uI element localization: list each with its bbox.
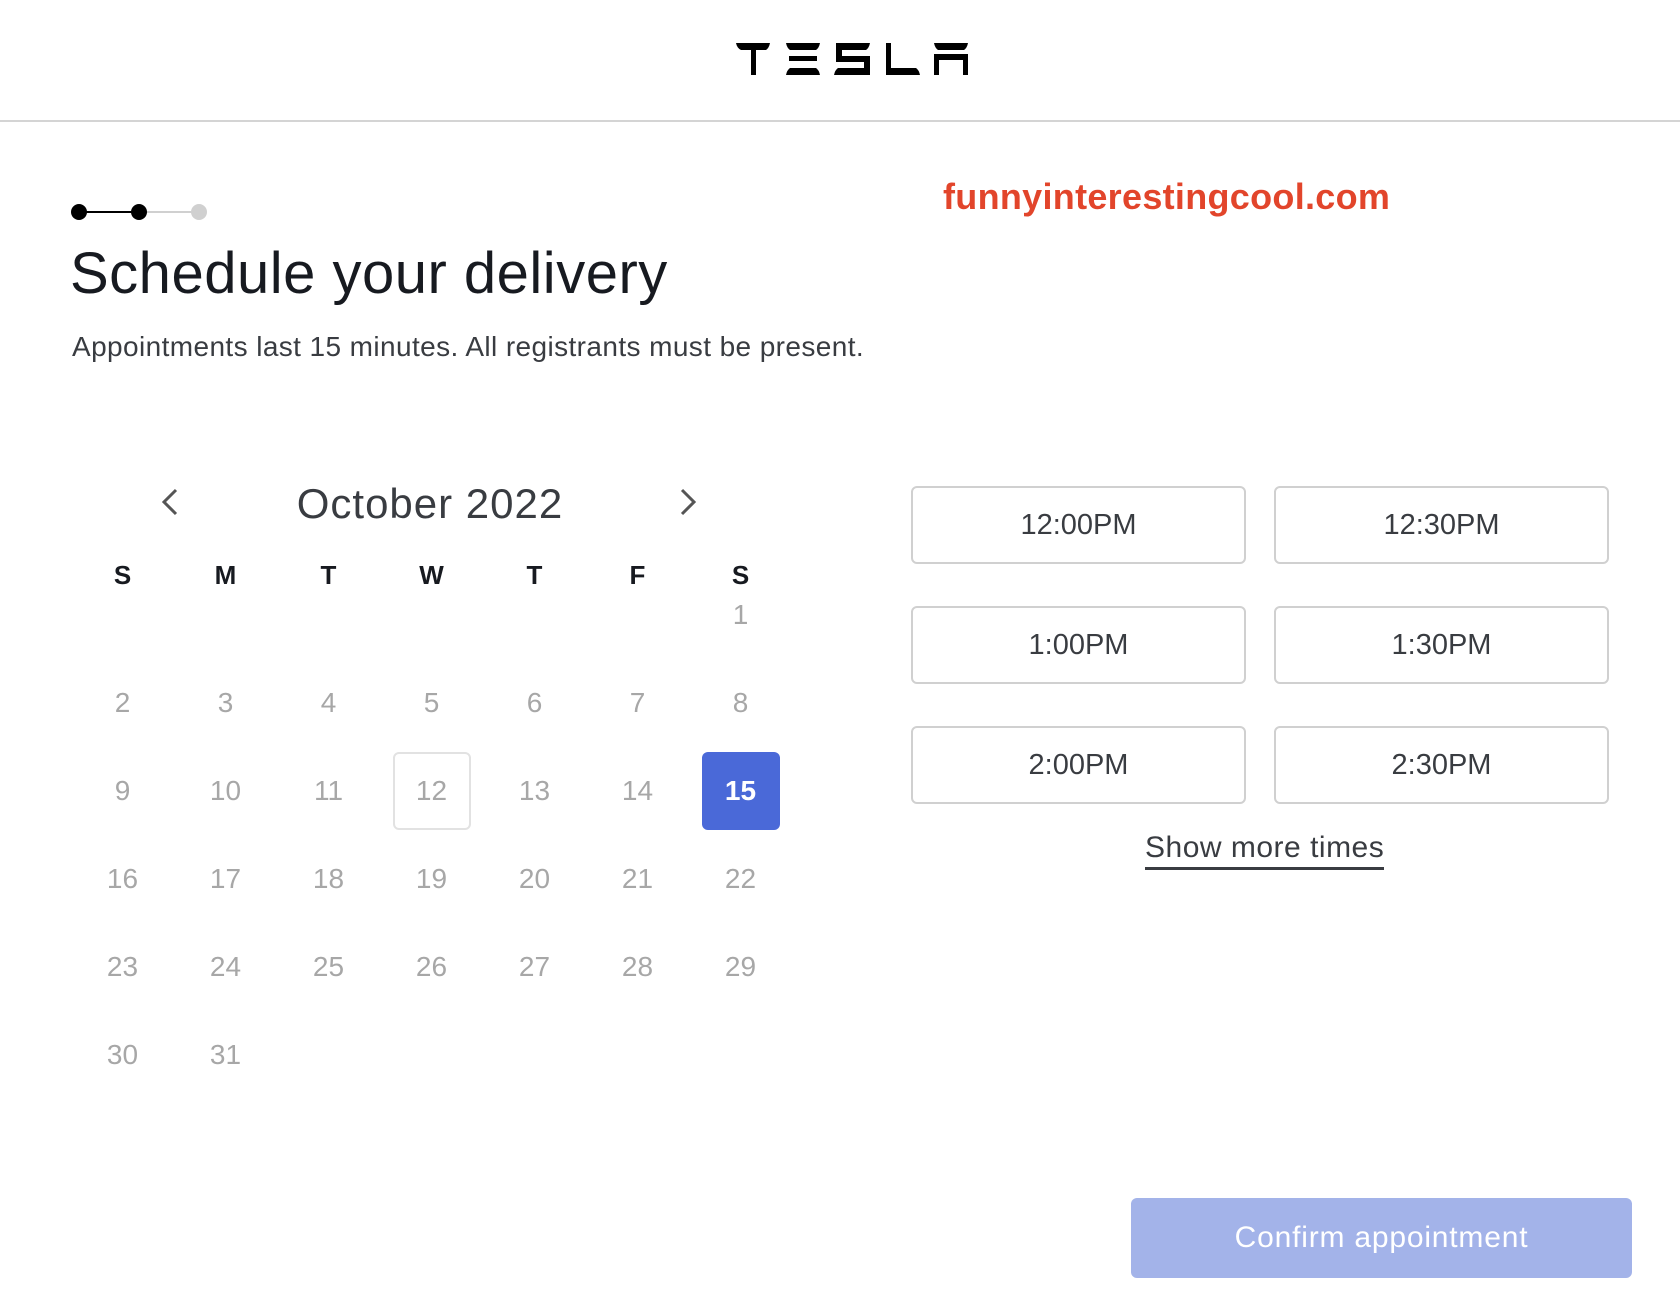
calendar-day[interactable]: 9: [84, 752, 162, 830]
calendar-day[interactable]: 30: [84, 1016, 162, 1094]
page-subtitle: Appointments last 15 minutes. All regist…: [72, 331, 865, 362]
calendar-day[interactable]: 14: [599, 752, 677, 830]
month-title: October 2022: [296, 480, 564, 527]
time-slot-button[interactable]: 12:30PM: [1274, 486, 1609, 564]
calendar-day[interactable]: 28: [599, 928, 677, 1006]
confirm-appointment-button[interactable]: Confirm appointment: [1131, 1198, 1632, 1278]
weekday-label: T: [526, 560, 543, 590]
stepper-dot-step-1: [71, 204, 87, 220]
calendar-day[interactable]: 19: [393, 840, 471, 918]
calendar-day[interactable]: 7: [599, 664, 677, 742]
calendar-day[interactable]: 22: [702, 840, 780, 918]
tesla-wordmark-icon[interactable]: [736, 43, 968, 75]
stepper-dot-step-3: [191, 204, 207, 220]
calendar-day[interactable]: 10: [187, 752, 265, 830]
calendar-day[interactable]: 25: [290, 928, 368, 1006]
show-more-times-link[interactable]: Show more times: [1145, 831, 1385, 870]
watermark-text: funnyinterestingcool.com: [943, 176, 1391, 217]
weekday-label: S: [113, 560, 132, 590]
calendar-day[interactable]: 4: [290, 664, 368, 742]
calendar-day[interactable]: 18: [290, 840, 368, 918]
weekday-label: T: [320, 560, 337, 590]
calendar-day[interactable]: 3: [187, 664, 265, 742]
calendar-grid: 1 2 3 4 5 6 7 8 9 10 11 12 13 14 15 16 17 18 19 20 21 22 23 24 2…: [71, 599, 792, 1140]
calendar-day[interactable]: 17: [187, 840, 265, 918]
calendar-day[interactable]: 29: [702, 928, 780, 1006]
calendar-day[interactable]: 6: [496, 664, 574, 742]
calendar-day[interactable]: 27: [496, 928, 574, 1006]
calendar-day[interactable]: 2: [84, 664, 162, 742]
time-slot-grid: 12:00PM 12:30PM 1:00PM 1:30PM 2:00PM 2:30PM: [911, 486, 1611, 816]
calendar-day[interactable]: 23: [84, 928, 162, 1006]
calendar-day[interactable]: 16: [84, 840, 162, 918]
time-slot-button[interactable]: 2:00PM: [911, 726, 1246, 804]
stepper-dot-step-2: [131, 204, 147, 220]
calendar-day[interactable]: 1: [702, 576, 780, 654]
weekday-label: M: [214, 560, 237, 590]
time-slot-button[interactable]: 1:00PM: [911, 606, 1246, 684]
stepper-line-completed: [79, 211, 139, 213]
calendar-day[interactable]: 8: [702, 664, 780, 742]
calendar-day[interactable]: 11: [290, 752, 368, 830]
calendar-day[interactable]: 26: [393, 928, 471, 1006]
weekday-header-row: SMTWTFS: [71, 560, 792, 600]
calendar-day[interactable]: 5: [393, 664, 471, 742]
chevron-right-icon: [680, 488, 697, 516]
calendar-day[interactable]: 21: [599, 840, 677, 918]
weekday-label: W: [419, 560, 444, 590]
calendar-day[interactable]: 31: [187, 1016, 265, 1094]
calendar-day[interactable]: 12: [392, 752, 471, 830]
weekday-label: F: [629, 560, 646, 590]
calendar-day[interactable]: 13: [496, 752, 574, 830]
time-slot-button[interactable]: 2:30PM: [1274, 726, 1609, 804]
time-slot-button[interactable]: 12:00PM: [911, 486, 1246, 564]
progress-stepper: [71, 204, 207, 220]
site-header: [0, 0, 1680, 122]
time-slot-button[interactable]: 1:30PM: [1274, 606, 1609, 684]
stepper-line-pending: [139, 211, 199, 213]
calendar-header: October 2022: [150, 470, 710, 534]
calendar-day[interactable]: 24: [187, 928, 265, 1006]
calendar-day[interactable]: 20: [496, 840, 574, 918]
page-title: Schedule your delivery: [70, 241, 668, 306]
calendar-day-selected[interactable]: 15: [701, 752, 780, 830]
next-month-button[interactable]: [668, 480, 708, 524]
